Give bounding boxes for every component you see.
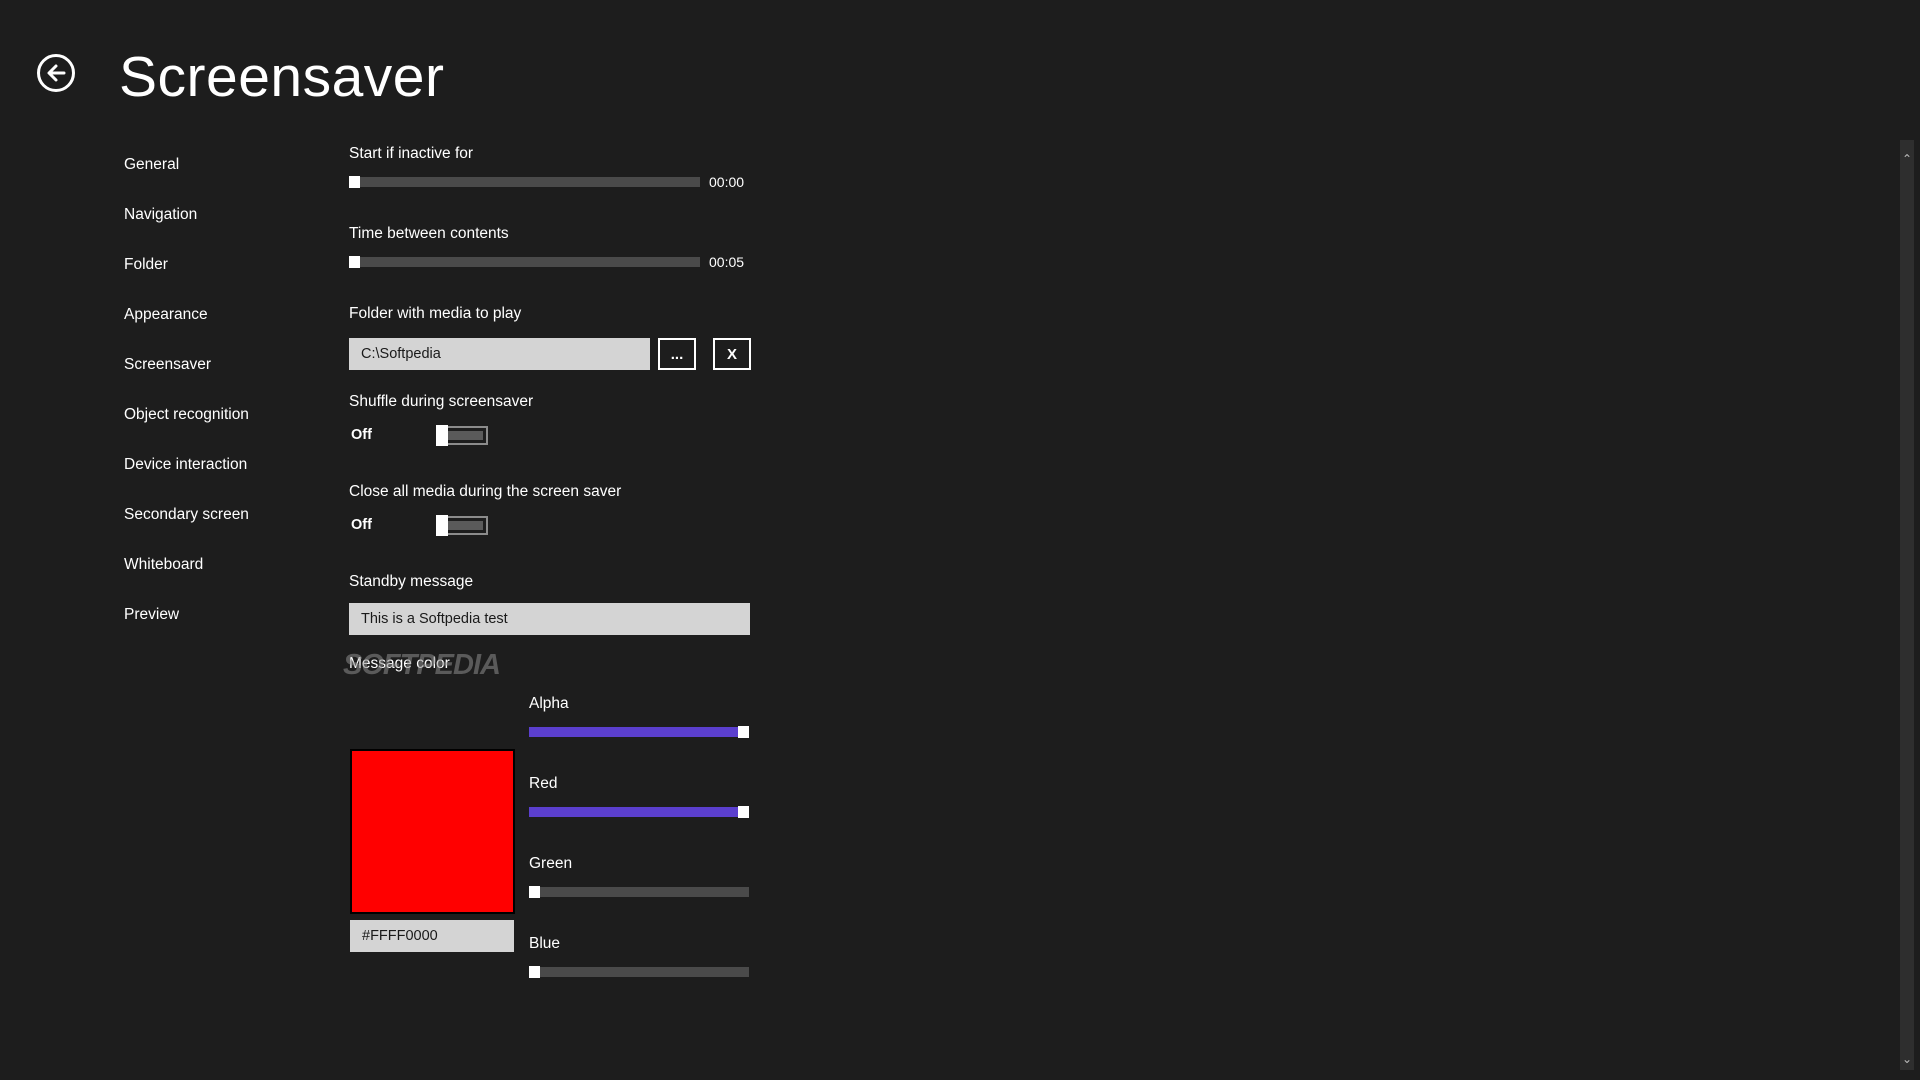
color-preview-swatch xyxy=(350,749,515,914)
nav-item-appearance[interactable]: Appearance xyxy=(124,298,249,348)
nav-item-secondary-screen[interactable]: Secondary screen xyxy=(124,498,249,548)
slider-thumb[interactable] xyxy=(349,256,360,268)
folder-label: Folder with media to play xyxy=(349,305,522,322)
alpha-label: Alpha xyxy=(529,695,569,712)
start-inactive-label: Start if inactive for xyxy=(349,145,474,162)
vertical-scrollbar[interactable]: ⌃ ⌄ xyxy=(1900,140,1914,1070)
toggle-knob xyxy=(436,515,448,536)
scroll-up-icon[interactable]: ⌃ xyxy=(1900,152,1914,166)
shuffle-toggle[interactable] xyxy=(436,425,488,446)
shuffle-label: Shuffle during screensaver xyxy=(349,393,534,410)
nav-item-navigation[interactable]: Navigation xyxy=(124,198,249,248)
settings-nav: General Navigation Folder Appearance Scr… xyxy=(124,148,249,648)
slider-thumb[interactable] xyxy=(349,176,360,188)
time-between-slider[interactable] xyxy=(349,256,700,268)
slider-thumb[interactable] xyxy=(529,886,540,898)
slider-fill xyxy=(529,807,749,817)
blue-label: Blue xyxy=(529,935,561,952)
slider-thumb[interactable] xyxy=(738,726,749,738)
softpedia-watermark: SOFTPEDIA xyxy=(343,649,501,681)
time-between-label: Time between contents xyxy=(349,225,509,242)
nav-item-general[interactable]: General xyxy=(124,148,249,198)
slider-thumb[interactable] xyxy=(529,966,540,978)
nav-item-screensaver[interactable]: Screensaver xyxy=(124,348,249,398)
nav-item-object-recognition[interactable]: Object recognition xyxy=(124,398,249,448)
back-arrow-icon xyxy=(47,64,66,82)
screensaver-settings-page: Screensaver General Navigation Folder Ap… xyxy=(0,0,1920,1080)
toggle-knob xyxy=(436,425,448,446)
folder-path-input[interactable]: C:\Softpedia xyxy=(349,338,650,370)
start-inactive-value: 00:00 xyxy=(709,174,745,190)
browse-folder-button[interactable]: ... xyxy=(658,338,696,370)
nav-item-device-interaction[interactable]: Device interaction xyxy=(124,448,249,498)
slider-fill xyxy=(529,727,749,737)
green-label: Green xyxy=(529,855,573,872)
time-between-value: 00:05 xyxy=(709,254,745,270)
nav-item-folder[interactable]: Folder xyxy=(124,248,249,298)
standby-label: Standby message xyxy=(349,573,474,590)
page-title: Screensaver xyxy=(119,45,445,109)
slider-thumb[interactable] xyxy=(738,806,749,818)
red-slider[interactable] xyxy=(529,806,749,818)
standby-message-input[interactable]: This is a Softpedia test xyxy=(349,603,750,635)
back-button[interactable] xyxy=(37,54,75,92)
start-inactive-slider[interactable] xyxy=(349,176,700,188)
scroll-down-icon[interactable]: ⌄ xyxy=(1900,1052,1914,1066)
alpha-slider[interactable] xyxy=(529,726,749,738)
close-media-toggle[interactable] xyxy=(436,515,488,536)
red-label: Red xyxy=(529,775,558,792)
close-media-label: Close all media during the screen saver xyxy=(349,483,622,500)
clear-folder-button[interactable]: X xyxy=(713,338,751,370)
nav-item-whiteboard[interactable]: Whiteboard xyxy=(124,548,249,598)
blue-slider[interactable] xyxy=(529,966,749,978)
color-hex-input[interactable]: #FFFF0000 xyxy=(350,920,514,952)
green-slider[interactable] xyxy=(529,886,749,898)
shuffle-state: Off xyxy=(351,427,372,443)
nav-item-preview[interactable]: Preview xyxy=(124,598,249,648)
close-media-state: Off xyxy=(351,517,372,533)
